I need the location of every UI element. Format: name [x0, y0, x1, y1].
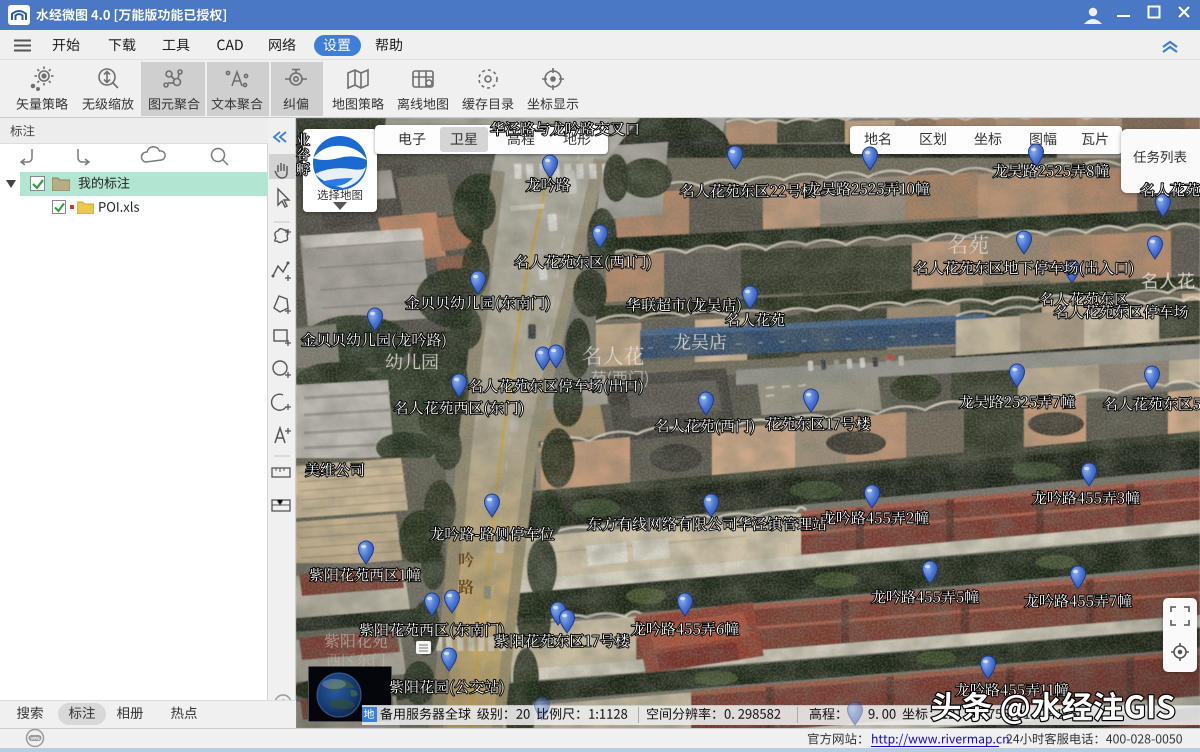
- svg-text:VPN: VPN: [30, 736, 39, 741]
